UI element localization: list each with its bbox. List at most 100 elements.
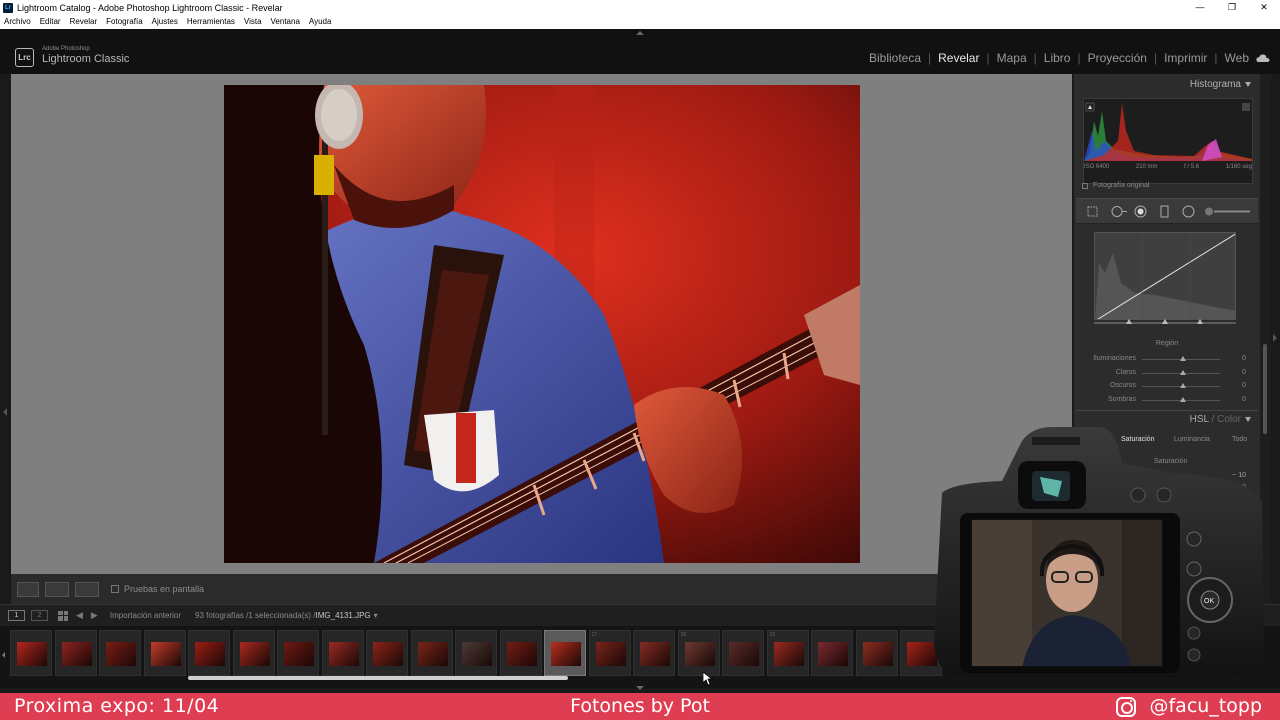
module-separator: | <box>1214 51 1218 65</box>
grid-view-icon[interactable] <box>58 610 68 621</box>
region-slider-knob[interactable] <box>1180 356 1186 361</box>
filmstrip-thumbnail[interactable]: 18 <box>677 630 720 676</box>
adjustment-brush-icon[interactable] <box>1204 205 1252 218</box>
soft-proofing-checkbox[interactable] <box>111 585 119 593</box>
left-panel-toggle-icon[interactable] <box>3 408 7 416</box>
filmstrip-thumbnail[interactable] <box>722 630 764 676</box>
region-slider-value[interactable]: 0 <box>1242 369 1246 376</box>
filmstrip-thumbnail[interactable] <box>455 630 497 676</box>
split-knob-mid[interactable] <box>1162 319 1168 324</box>
filmstrip-thumbnail[interactable] <box>499 630 542 676</box>
selected-filename[interactable]: IMG_4131.JPG <box>316 611 371 620</box>
window-2-button[interactable]: 2 <box>31 610 48 621</box>
filmstrip-thumbnail[interactable] <box>143 630 186 676</box>
module-proyeccion[interactable]: Proyección <box>1088 51 1147 65</box>
thumbnail-image <box>818 642 848 666</box>
menu-revelar[interactable]: Revelar <box>70 15 98 29</box>
region-slider-row[interactable]: Oscuros 0 <box>1074 381 1260 393</box>
menu-herramientas[interactable]: Herramientas <box>187 15 235 29</box>
window-1-button[interactable]: 1 <box>8 610 25 621</box>
photo-preview[interactable] <box>224 85 860 563</box>
photo-count: 93 fotografías /1 seleccionada(s) / <box>195 611 316 620</box>
filename-dropdown-icon[interactable]: ▾ <box>374 611 378 620</box>
thumbnail-image <box>862 642 893 666</box>
filmstrip-thumbnail[interactable] <box>54 630 97 676</box>
filmstrip-scrollbar[interactable] <box>188 676 568 680</box>
filmstrip-thumbnail[interactable] <box>410 630 453 676</box>
filmstrip-thumbnail[interactable] <box>366 630 408 676</box>
radial-filter-icon[interactable] <box>1182 205 1195 218</box>
scrollbar-thumb[interactable] <box>1263 344 1267 434</box>
menu-editar[interactable]: Editar <box>40 15 61 29</box>
restore-button[interactable]: ❐ <box>1216 0 1248 15</box>
original-photo-toggle[interactable]: Fotografía original <box>1082 182 1149 189</box>
spot-removal-icon[interactable] <box>1110 205 1128 218</box>
loupe-view-button[interactable] <box>17 581 39 597</box>
region-title: Región <box>1155 340 1179 347</box>
menu-archivo[interactable]: Archivo <box>4 15 31 29</box>
minimize-button[interactable]: — <box>1184 0 1216 15</box>
thumbnail-image <box>773 642 804 666</box>
region-slider-value[interactable]: 0 <box>1242 355 1246 362</box>
right-panel-toggle-icon[interactable] <box>1273 334 1277 342</box>
module-web[interactable]: Web <box>1225 51 1249 65</box>
region-slider-row[interactable]: Iluminaciones 0 <box>1074 354 1260 366</box>
filmstrip-thumbnail[interactable] <box>232 630 275 676</box>
menu-ajustes[interactable]: Ajustes <box>152 15 178 29</box>
filmstrip-thumbnail[interactable] <box>811 630 853 676</box>
split-knob-highlights[interactable] <box>1197 319 1203 324</box>
banner-channel-name: Fotones by Pot <box>570 695 710 717</box>
region-slider-row[interactable]: Sombras 0 <box>1074 395 1260 407</box>
instagram-icon <box>1116 697 1136 717</box>
original-photo-checkbox[interactable] <box>1082 182 1088 189</box>
module-imprimir[interactable]: Imprimir <box>1164 51 1207 65</box>
filmstrip-thumbnail[interactable] <box>321 630 364 676</box>
top-panel-toggle-icon[interactable] <box>636 31 644 35</box>
histogram-graph[interactable] <box>1083 98 1253 184</box>
filmstrip-thumbnail[interactable] <box>277 630 319 676</box>
region-slider-value[interactable]: 0 <box>1242 382 1246 389</box>
filmstrip-thumbnail[interactable] <box>99 630 141 676</box>
bottom-panel-toggle-icon[interactable] <box>636 686 644 690</box>
menu-fotografia[interactable]: Fotografía <box>106 15 142 29</box>
split-knob-shadows[interactable] <box>1126 319 1132 324</box>
module-libro[interactable]: Libro <box>1044 51 1071 65</box>
filmstrip-thumbnail[interactable] <box>188 630 230 676</box>
red-eye-icon[interactable] <box>1134 205 1147 218</box>
menu-vista[interactable]: Vista <box>244 15 262 29</box>
filmstrip-thumbnail[interactable]: 17 <box>588 630 631 676</box>
forward-arrow-icon[interactable]: ▶ <box>91 610 98 621</box>
region-slider-knob[interactable] <box>1180 396 1186 402</box>
menu-ventana[interactable]: Ventana <box>271 15 300 29</box>
region-slider-knob[interactable] <box>1180 369 1186 375</box>
tone-curve-graph[interactable] <box>1094 232 1236 320</box>
window-title: Lightroom Catalog - Adobe Photoshop Ligh… <box>17 2 283 13</box>
filmstrip-thumbnail[interactable]: 19 <box>766 630 809 676</box>
thumbnail-image <box>61 642 92 666</box>
photo-guitarist-image <box>224 85 860 563</box>
menu-ayuda[interactable]: Ayuda <box>309 15 332 29</box>
curve-region-slider[interactable] <box>1094 319 1236 324</box>
region-slider-value[interactable]: 0 <box>1242 396 1246 403</box>
before-after-yy-button[interactable] <box>75 581 99 597</box>
filmstrip-left-icon[interactable] <box>2 652 5 658</box>
lrc-logo: Lrc <box>15 48 34 67</box>
close-button[interactable]: ✕ <box>1248 0 1280 15</box>
back-arrow-icon[interactable]: ◀ <box>76 610 83 621</box>
module-revelar[interactable]: Revelar <box>938 51 979 65</box>
filmstrip-thumbnail[interactable] <box>544 630 586 676</box>
region-slider-row[interactable]: Claros 0 <box>1074 368 1260 380</box>
filmstrip-thumbnail[interactable] <box>633 630 675 676</box>
histogram-header[interactable]: Histograma <box>1190 79 1251 90</box>
filmstrip-thumbnail[interactable] <box>10 630 52 676</box>
crop-tool-icon[interactable] <box>1086 205 1099 218</box>
module-biblioteca[interactable]: Biblioteca <box>869 51 921 65</box>
filmstrip-thumbnail[interactable] <box>855 630 898 676</box>
region-slider-knob[interactable] <box>1180 383 1186 388</box>
module-mapa[interactable]: Mapa <box>997 51 1027 65</box>
graduated-filter-icon[interactable] <box>1158 205 1171 218</box>
before-after-lr-button[interactable] <box>45 581 69 597</box>
screen: Lr Lightroom Catalog - Adobe Photoshop L… <box>0 0 1280 720</box>
source-label[interactable]: Importación anterior <box>110 611 181 620</box>
cloud-sync-icon[interactable] <box>1256 53 1270 63</box>
